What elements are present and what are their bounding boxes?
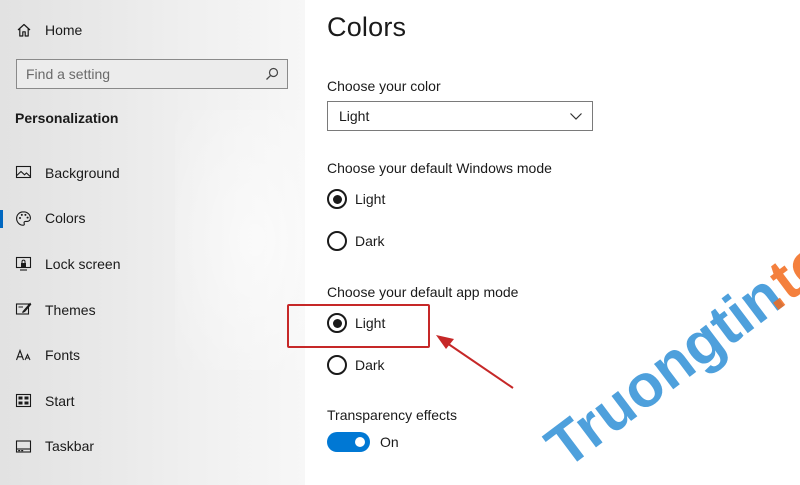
annotation-highlight-box [287,304,430,348]
toggle-state-label: On [380,434,399,450]
sidebar-item-label: Start [45,392,75,409]
choose-color-label: Choose your color [327,78,441,94]
sidebar-item-label: Lock screen [45,255,121,272]
sidebar-item-label: Colors [45,210,86,227]
palette-icon [15,210,32,227]
sidebar-item-lock-screen[interactable]: Lock screen [0,241,305,287]
sidebar: Home Personalization Background Colors L… [0,0,305,485]
start-icon [15,392,32,409]
radio-circle[interactable] [327,189,347,209]
home-link[interactable]: Home [16,18,82,42]
sidebar-item-themes[interactable]: Themes [0,287,305,333]
dropdown-value: Light [339,108,370,124]
radio-label: Light [355,191,386,207]
lock-screen-icon [15,255,32,272]
sidebar-item-background[interactable]: Background [0,150,305,196]
sidebar-item-colors[interactable]: Colors [0,196,305,242]
search-box[interactable] [16,59,288,89]
sidebar-item-label: Themes [45,301,96,318]
radio-label: Dark [355,357,385,373]
home-label: Home [45,22,83,38]
sidebar-item-label: Background [45,164,120,181]
fonts-icon [15,347,32,364]
watermark-text: Truongtin [534,260,795,480]
sidebar-nav: Background Colors Lock screen Themes Fon… [0,150,305,469]
toggle-knob [355,437,365,447]
section-title: Personalization [15,110,119,126]
windows-mode-label: Choose your default Windows mode [327,160,552,176]
radio-label: Dark [355,233,385,249]
annotation-arrow [436,335,514,389]
image-icon [15,164,32,181]
transparency-label: Transparency effects [327,407,457,423]
radio-dot [332,194,342,204]
windows-mode-light-radio[interactable]: Light [327,189,385,209]
themes-icon [15,301,32,318]
transparency-toggle[interactable] [327,432,370,452]
windows-mode-dark-radio[interactable]: Dark [327,231,385,251]
taskbar-icon [15,438,32,455]
sidebar-item-label: Fonts [45,347,81,364]
search-icon[interactable] [265,67,279,81]
search-input[interactable] [26,66,265,82]
sidebar-item-start[interactable]: Start [0,378,305,424]
sidebar-item-taskbar[interactable]: Taskbar [0,424,305,470]
sidebar-item-fonts[interactable]: Fonts [0,332,305,378]
sidebar-item-label: Taskbar [45,438,95,455]
watermark-logo: Truongtin .top [534,203,800,480]
radio-circle[interactable] [327,355,347,375]
page-title: Colors [327,12,407,42]
home-icon [17,23,31,37]
chevron-down-icon [570,113,582,120]
app-mode-dark-radio[interactable]: Dark [327,355,385,375]
transparency-toggle-row: On [327,432,399,452]
app-mode-label: Choose your default app mode [327,284,519,300]
radio-circle[interactable] [327,231,347,251]
color-mode-dropdown[interactable]: Light [327,101,593,131]
